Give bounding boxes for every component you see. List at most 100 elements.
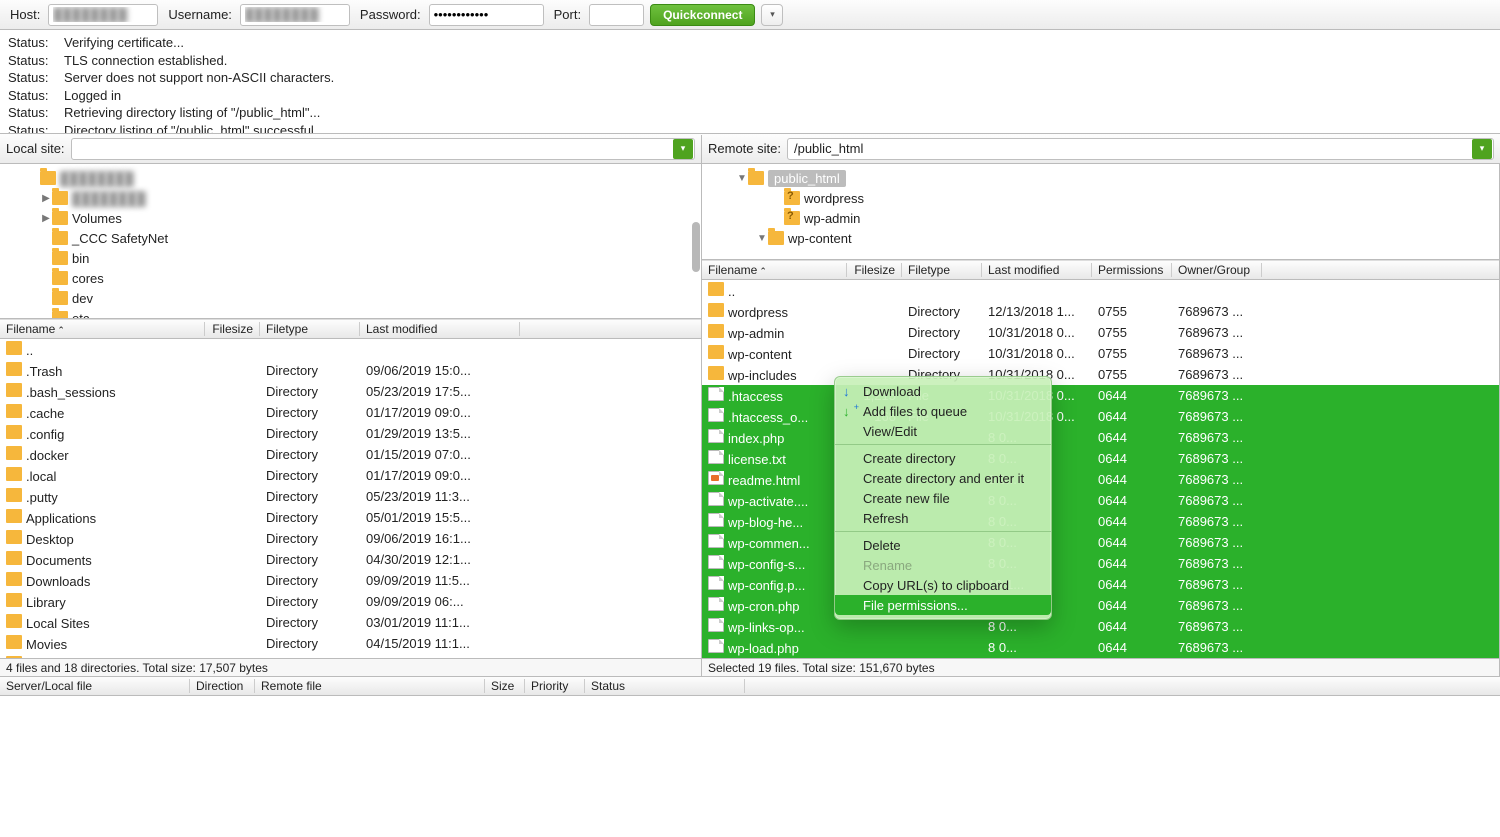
file-row[interactable]: ..: [702, 280, 1499, 301]
column-size[interactable]: Size: [485, 679, 525, 693]
menu-item[interactable]: Download: [835, 381, 1051, 401]
file-row[interactable]: DownloadsDirectory09/09/2019 11:5...: [0, 570, 701, 591]
chevron-down-icon[interactable]: [673, 139, 693, 159]
tree-item[interactable]: etc: [0, 308, 701, 319]
file-row[interactable]: .cacheDirectory01/17/2019 09:0...: [0, 402, 701, 423]
host-input[interactable]: [48, 4, 158, 26]
context-menu[interactable]: DownloadAdd files to queueView/Edit Creat…: [834, 376, 1052, 620]
port-input[interactable]: [589, 4, 644, 26]
transfer-queue[interactable]: [0, 696, 1500, 796]
file-row[interactable]: .configDirectory01/29/2019 13:5...: [0, 423, 701, 444]
local-directory-tree[interactable]: ████████▶████████▶Volumes_CCC SafetyNetb…: [0, 164, 701, 319]
column-remote-file[interactable]: Remote file: [255, 679, 485, 693]
file-row[interactable]: .puttyDirectory05/23/2019 11:3...: [0, 486, 701, 507]
tree-item[interactable]: _CCC SafetyNet: [0, 228, 701, 248]
file-row[interactable]: DesktopDirectory09/06/2019 16:1...: [0, 528, 701, 549]
file-row[interactable]: wp-config.p...19 1...06447689673 ...: [702, 574, 1499, 595]
file-row[interactable]: wordpressDirectory12/13/2018 1...0755768…: [702, 301, 1499, 322]
transfer-queue-header[interactable]: Server/Local file Direction Remote file …: [0, 676, 1500, 696]
file-icon: [708, 639, 724, 653]
file-row[interactable]: wp-contentDirectory10/31/2018 0...075576…: [702, 343, 1499, 364]
file-row[interactable]: wp-links-op...8 0...06447689673 ...: [702, 616, 1499, 637]
menu-item[interactable]: Copy URL(s) to clipboard: [835, 575, 1051, 595]
username-input[interactable]: [240, 4, 350, 26]
column-owner-group[interactable]: Owner/Group: [1172, 263, 1262, 277]
tree-item[interactable]: dev: [0, 288, 701, 308]
column-filetype[interactable]: Filetype: [902, 263, 982, 277]
disclosure-triangle-icon[interactable]: ▼: [756, 233, 768, 244]
column-server-local-file[interactable]: Server/Local file: [0, 679, 190, 693]
file-row[interactable]: index.php8 0...06447689673 ...: [702, 427, 1499, 448]
column-direction[interactable]: Direction: [190, 679, 255, 693]
column-last-modified[interactable]: Last modified: [982, 263, 1092, 277]
file-row[interactable]: .TrashDirectory09/06/2019 15:0...: [0, 360, 701, 381]
file-row[interactable]: wp-config-s...8 0...06447689673 ...: [702, 553, 1499, 574]
message-log[interactable]: Status:Verifying certificate...Status:TL…: [0, 30, 1500, 134]
file-row[interactable]: wp-blog-he...8 0...06447689673 ...: [702, 511, 1499, 532]
password-input[interactable]: [429, 4, 544, 26]
tree-item[interactable]: bin: [0, 248, 701, 268]
menu-item[interactable]: View/Edit: [835, 421, 1051, 441]
column-filesize[interactable]: Filesize: [205, 322, 260, 336]
scrollbar[interactable]: [692, 222, 700, 272]
file-row[interactable]: .htaccess_o...168File10/31/2018 0...0644…: [702, 406, 1499, 427]
quickconnect-button[interactable]: Quickconnect: [650, 4, 755, 26]
remote-site-combo[interactable]: /public_html: [787, 138, 1494, 160]
remote-file-list[interactable]: ..wordpressDirectory12/13/2018 1...07557…: [702, 280, 1499, 658]
folder-icon: [708, 282, 724, 296]
column-filetype[interactable]: Filetype: [260, 322, 360, 336]
menu-item[interactable]: Delete: [835, 535, 1051, 555]
remote-directory-tree[interactable]: ▼public_htmlwordpresswp-admin▼wp-content: [702, 164, 1499, 260]
column-last-modified[interactable]: Last modified: [360, 322, 520, 336]
file-row[interactable]: wp-adminDirectory10/31/2018 0...07557689…: [702, 322, 1499, 343]
remote-file-list-header[interactable]: Filename⌃ Filesize Filetype Last modifie…: [702, 260, 1499, 280]
column-status[interactable]: Status: [585, 679, 745, 693]
disclosure-triangle-icon[interactable]: ▶: [40, 193, 52, 204]
column-filename[interactable]: Filename⌃: [702, 263, 847, 277]
file-row[interactable]: .bash_sessionsDirectory05/23/2019 17:5..…: [0, 381, 701, 402]
menu-item[interactable]: Create directory and enter it: [835, 468, 1051, 488]
tree-item[interactable]: wp-admin: [702, 208, 1499, 228]
file-row[interactable]: wp-cron.php8 0...06447689673 ...: [702, 595, 1499, 616]
file-row[interactable]: readme.html8 0...06447689673 ...: [702, 469, 1499, 490]
local-file-list[interactable]: ...TrashDirectory09/06/2019 15:0....bash…: [0, 339, 701, 658]
menu-item[interactable]: Create new file: [835, 488, 1051, 508]
file-row[interactable]: DocumentsDirectory04/30/2019 12:1...: [0, 549, 701, 570]
tree-item[interactable]: ▼wp-content: [702, 228, 1499, 248]
folder-icon: [708, 303, 724, 317]
menu-item[interactable]: Refresh: [835, 508, 1051, 528]
local-site-combo[interactable]: [71, 138, 695, 160]
file-row[interactable]: Local SitesDirectory03/01/2019 11:1...: [0, 612, 701, 633]
menu-item[interactable]: Create directory: [835, 448, 1051, 468]
local-file-list-header[interactable]: Filename⌃ Filesize Filetype Last modifie…: [0, 319, 701, 339]
file-row[interactable]: .localDirectory01/17/2019 09:0...: [0, 465, 701, 486]
tree-item[interactable]: cores: [0, 268, 701, 288]
file-row[interactable]: wp-commen...8 0...06447689673 ...: [702, 532, 1499, 553]
tree-item[interactable]: wordpress: [702, 188, 1499, 208]
file-row[interactable]: wp-load.php8 0...06447689673 ...: [702, 637, 1499, 658]
column-priority[interactable]: Priority: [525, 679, 585, 693]
tree-item[interactable]: ▼public_html: [702, 168, 1499, 188]
column-filename[interactable]: Filename⌃: [0, 322, 205, 336]
quickconnect-history-dropdown[interactable]: [761, 4, 783, 26]
file-row[interactable]: .dockerDirectory01/15/2019 07:0...: [0, 444, 701, 465]
file-row[interactable]: ..: [0, 339, 701, 360]
file-row[interactable]: ApplicationsDirectory05/01/2019 15:5...: [0, 507, 701, 528]
tree-item[interactable]: ████████: [0, 168, 701, 188]
file-row[interactable]: MoviesDirectory04/15/2019 11:1...: [0, 633, 701, 654]
file-row[interactable]: wp-includesDirectory10/31/2018 0...07557…: [702, 364, 1499, 385]
chevron-down-icon[interactable]: [1472, 139, 1492, 159]
tree-item[interactable]: ▶Volumes: [0, 208, 701, 228]
file-row[interactable]: MusicDirectory03/07/2019 08:4...: [0, 654, 701, 658]
file-row[interactable]: license.txt8 0...06447689673 ...: [702, 448, 1499, 469]
disclosure-triangle-icon[interactable]: ▶: [40, 213, 52, 224]
disclosure-triangle-icon[interactable]: ▼: [736, 173, 748, 184]
column-permissions[interactable]: Permissions: [1092, 263, 1172, 277]
column-filesize[interactable]: Filesize: [847, 263, 902, 277]
menu-item[interactable]: File permissions...: [835, 595, 1051, 615]
menu-item[interactable]: Add files to queue: [835, 401, 1051, 421]
file-row[interactable]: LibraryDirectory09/09/2019 06:...: [0, 591, 701, 612]
tree-item[interactable]: ▶████████: [0, 188, 701, 208]
file-row[interactable]: wp-activate....8 0...06447689673 ...: [702, 490, 1499, 511]
file-row[interactable]: .htaccess1,215File10/31/2018 0...0644768…: [702, 385, 1499, 406]
